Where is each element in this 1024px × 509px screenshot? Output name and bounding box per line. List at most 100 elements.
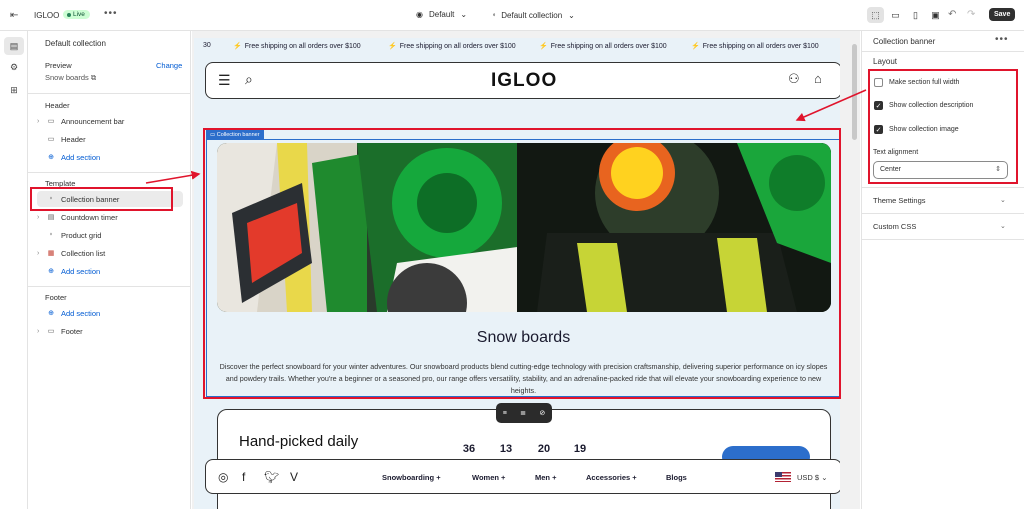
save-button[interactable]: Save <box>989 8 1016 21</box>
undo-icon[interactable]: ↶ <box>948 9 956 20</box>
announcement-bar: 30 ⚡ Free shipping on all orders over $10… <box>194 38 840 55</box>
timer-icon: ▤ <box>47 214 55 221</box>
us-flag-icon <box>775 472 791 482</box>
left-panel: Default collection Preview Change Snow b… <box>28 31 191 509</box>
external-link-icon: ⧉ <box>90 73 97 82</box>
divider <box>862 51 1024 52</box>
announcement-message: ⚡ Free shipping on all orders over $100 <box>233 43 361 50</box>
mobile-view-icon[interactable]: ▯ <box>907 7 924 23</box>
more-actions-button[interactable]: ••• <box>104 8 118 19</box>
live-badge: Live <box>63 10 90 19</box>
more-actions-button[interactable]: ••• <box>995 34 1009 45</box>
nav-link-women[interactable]: Women + <box>472 473 505 482</box>
move-down-icon[interactable]: ≣ <box>520 409 526 417</box>
panel-title: Default collection <box>45 39 106 48</box>
gear-icon[interactable]: ⚙ <box>4 58 24 76</box>
theme-settings-toggle[interactable]: Theme Settings <box>873 196 926 205</box>
divider <box>28 93 191 94</box>
store-header: ☰ ⌕ IGLOO ⚇ ⌂ <box>205 62 840 99</box>
account-icon[interactable]: ⚇ <box>788 71 800 87</box>
fullscreen-view-icon[interactable]: ▣ <box>927 7 944 23</box>
plus-icon: + <box>436 473 441 482</box>
cart-icon[interactable]: ⌂ <box>814 71 822 86</box>
nav-link-accessories[interactable]: Accessories + <box>586 473 637 482</box>
search-icon[interactable]: ⌕ <box>245 71 253 88</box>
chevron-down-icon[interactable]: ⌄ <box>1000 222 1006 230</box>
section-collection-list[interactable]: › ▦ Collection list <box>37 245 183 261</box>
preview-value[interactable]: Snow boards ⧉ <box>45 73 96 83</box>
highlight-box-banner <box>203 128 841 399</box>
plus-circle-icon: ⊕ <box>48 310 54 317</box>
change-preview-link[interactable]: Change <box>156 61 182 70</box>
section-countdown-timer[interactable]: › ▤ Countdown timer <box>37 209 183 225</box>
sticky-bottom-nav: ◎ f 🐦︎ V Snowboarding + Women + Men + Ac… <box>205 459 840 494</box>
inspector-toggle-icon[interactable]: ⬚ <box>867 7 884 23</box>
hide-section-icon[interactable]: ⊘ <box>539 409 545 417</box>
add-section-label: Add section <box>61 152 101 162</box>
redo-icon[interactable]: ↷ <box>967 9 975 20</box>
header-group-label: Header <box>45 101 70 110</box>
vimeo-icon[interactable]: V <box>290 470 298 484</box>
countdown-days: 36 <box>462 443 476 455</box>
custom-css-toggle[interactable]: Custom CSS <box>873 222 916 231</box>
template-selector-label: Default collection <box>501 10 563 20</box>
announcement-message: ⚡ Free shipping on all orders over $100 <box>388 43 516 50</box>
top-bar: ⇤ IGLOO Live ••• ◉ Default ⌄ ⬫ Default c… <box>0 0 1024 31</box>
countdown-seconds: 19 <box>573 443 587 455</box>
section-product-grid[interactable]: ⬫ Product grid <box>37 227 183 243</box>
section-announcement-bar[interactable]: › ▭ Announcement bar <box>37 113 183 129</box>
bolt-icon: ⚡ <box>233 43 242 50</box>
footer-group-label: Footer <box>45 293 67 302</box>
add-section-button[interactable]: ⊕ Add section <box>37 149 183 165</box>
live-badge-label: Live <box>73 11 85 18</box>
tag-icon: ⬫ <box>493 10 496 19</box>
highlight-box-left <box>30 187 173 211</box>
tag-icon: ⬫ <box>50 231 52 238</box>
move-up-icon[interactable]: ≡ <box>503 410 507 417</box>
announcement-count: 30 <box>203 42 211 49</box>
nav-link-blogs[interactable]: Blogs <box>666 473 687 482</box>
add-section-button[interactable]: ⊕ Add section <box>37 305 183 321</box>
add-section-label: Add section <box>61 308 101 318</box>
desktop-view-icon[interactable]: ▭ <box>887 7 904 23</box>
currency-selector[interactable]: USD $ ⌄ <box>797 473 827 482</box>
preview-value-text: Snow boards <box>45 73 89 82</box>
header-icon: ▭ <box>47 136 55 143</box>
instagram-icon[interactable]: ◎ <box>218 470 228 484</box>
bolt-icon: ⚡ <box>691 43 700 50</box>
divider <box>862 187 1024 188</box>
nav-link-men[interactable]: Men + <box>535 473 556 482</box>
section-label: Footer <box>61 326 83 336</box>
sections-icon[interactable]: ▤ <box>4 37 24 55</box>
facebook-icon[interactable]: f <box>242 470 245 484</box>
device-switcher: ⬚ ▭ ▯ ▣ <box>867 7 944 23</box>
chevron-down-icon[interactable]: ⌄ <box>1000 196 1006 204</box>
add-section-button[interactable]: ⊕ Add section <box>37 263 183 279</box>
theme-selector[interactable]: ◉ Default ⌄ <box>416 10 467 19</box>
store-name: IGLOO <box>34 11 60 20</box>
section-label: Collection list <box>61 248 106 258</box>
section-label: Header <box>61 134 86 144</box>
announcement-message: ⚡ Free shipping on all orders over $100 <box>691 43 819 50</box>
collection-list-icon: ▦ <box>47 250 55 257</box>
nav-link-snowboarding[interactable]: Snowboarding + <box>382 473 441 482</box>
scroll-thumb[interactable] <box>852 44 857 140</box>
apps-icon[interactable]: ⊞ <box>4 81 24 99</box>
chevron-right-icon: › <box>37 117 40 125</box>
divider <box>28 286 191 287</box>
bolt-icon: ⚡ <box>539 43 548 50</box>
section-header[interactable]: ▭ Header <box>37 131 183 147</box>
exit-icon[interactable]: ⇤ <box>10 10 18 21</box>
divider <box>28 172 191 173</box>
hamburger-menu-icon[interactable]: ☰ <box>218 72 231 89</box>
icon-rail: ▤ ⚙ ⊞ <box>0 31 28 509</box>
settings-title: Collection banner <box>873 37 936 46</box>
template-selector[interactable]: ⬫ Default collection ⌄ <box>493 10 575 20</box>
countdown-heading: Hand-picked daily <box>239 433 359 450</box>
section-footer[interactable]: › ▭ Footer <box>37 323 183 339</box>
preview-label: Preview <box>45 61 72 70</box>
store-logo[interactable]: IGLOO <box>491 70 557 92</box>
globe-icon: ◉ <box>416 10 423 19</box>
twitter-icon[interactable]: 🐦︎ <box>264 470 279 484</box>
preview-scrollbar[interactable] <box>851 38 858 504</box>
